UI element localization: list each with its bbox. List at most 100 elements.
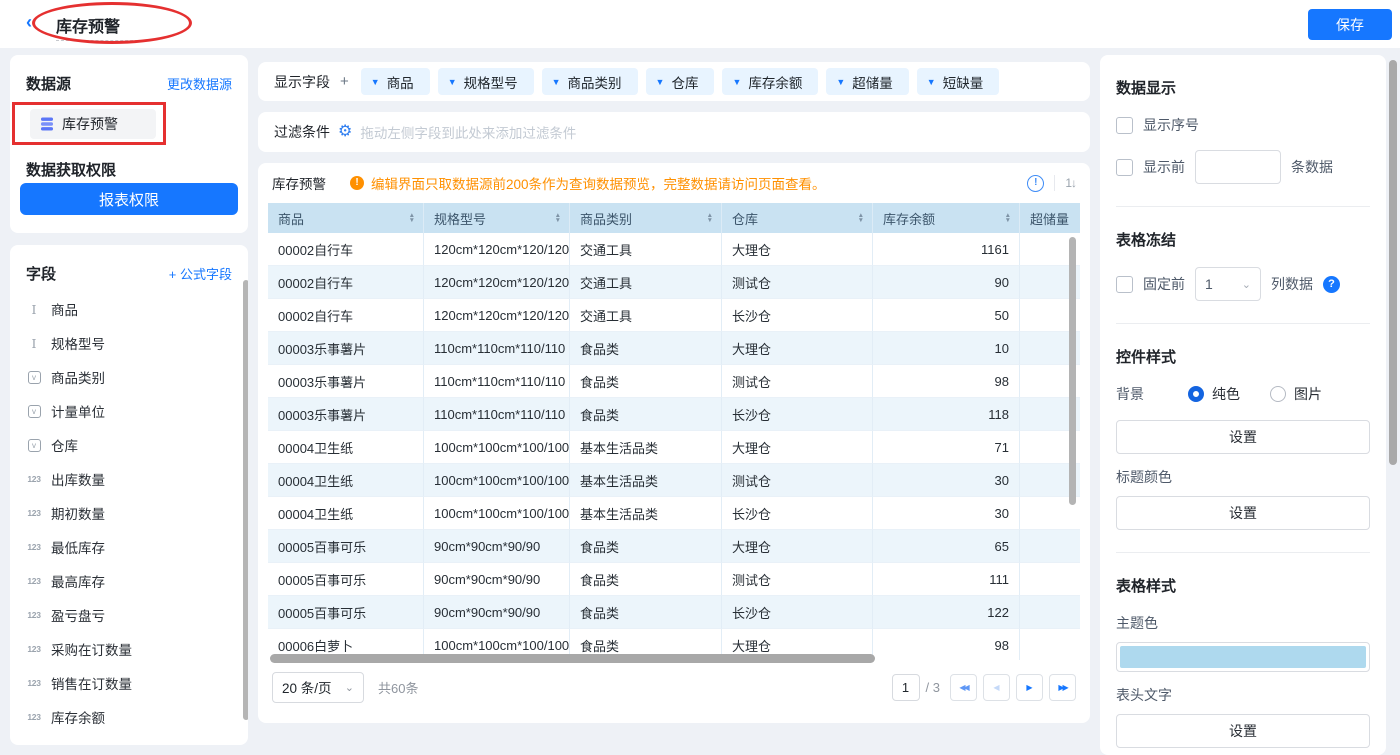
fix-columns-select[interactable]: 1 ⌄ (1195, 267, 1261, 301)
table-cell: 110cm*110cm*110/110 (424, 398, 570, 431)
field-item[interactable]: v商品类别 (10, 360, 248, 394)
page-size-select[interactable]: 20 条/页 ⌄ (272, 672, 364, 703)
table-cell: 120cm*120cm*120/120 (424, 299, 570, 332)
table-row[interactable]: 00005百事可乐90cm*90cm*90/90食品类测试仓111 (268, 563, 1080, 596)
table-row[interactable]: 00004卫生纸100cm*100cm*100/100基本生活品类长沙仓30 (268, 497, 1080, 530)
datasource-item[interactable]: 库存预警 (30, 109, 156, 139)
main-area: 数据源 更改数据源 库存预警 数据获取权限 报表权限 字段 + 公式字段 I商品… (0, 48, 1400, 755)
table-row[interactable]: 00002自行车120cm*120cm*120/120交通工具测试仓90 (268, 266, 1080, 299)
field-item[interactable]: v仓库 (10, 428, 248, 462)
chevron-down-icon: ▼ (552, 77, 561, 87)
change-datasource-link[interactable]: 更改数据源 (167, 74, 232, 93)
current-page-input[interactable]: 1 (892, 674, 920, 701)
column-header[interactable]: 规格型号▲▼ (424, 203, 570, 233)
table-horizontal-scrollbar[interactable] (270, 654, 875, 663)
first-page-button[interactable]: ◀◀ (950, 674, 977, 701)
table-row[interactable]: 00003乐事薯片110cm*110cm*110/110食品类测试仓98 (268, 365, 1080, 398)
column-header-label: 库存余额 (883, 209, 935, 228)
table-cell: 食品类 (570, 530, 722, 563)
header-text-set-button[interactable]: 设置 (1116, 714, 1370, 748)
field-label: 规格型号 (51, 333, 105, 353)
column-header[interactable]: 超储量 (1020, 203, 1080, 233)
table-cell: 50 (873, 299, 1020, 332)
panel-scrollbar[interactable] (1389, 60, 1397, 465)
info-circle-icon[interactable]: ! (1027, 175, 1044, 192)
column-header-label: 商品类别 (580, 209, 632, 228)
fix-prefix-label: 固定前 (1143, 274, 1185, 294)
table-cell: 00004卫生纸 (268, 431, 424, 464)
table-cell: 00002自行车 (268, 233, 424, 266)
field-item[interactable]: 123采购在订数量 (10, 632, 248, 666)
column-header[interactable]: 商品▲▼ (268, 203, 424, 233)
chevron-down-icon: ▼ (371, 77, 380, 87)
last-page-button[interactable]: ▶▶ (1049, 674, 1076, 701)
sort-arrows-icon: ▲▼ (409, 213, 415, 224)
save-button[interactable]: 保存 (1308, 9, 1392, 40)
table-row[interactable]: 00003乐事薯片110cm*110cm*110/110食品类长沙仓118 (268, 398, 1080, 431)
image-radio[interactable] (1270, 386, 1286, 402)
prev-page-button[interactable]: ◀ (983, 674, 1010, 701)
report-permission-button[interactable]: 报表权限 (20, 183, 238, 215)
theme-color-picker[interactable] (1116, 642, 1370, 672)
show-index-label: 显示序号 (1143, 115, 1199, 135)
field-label: 商品 (51, 299, 78, 319)
field-item[interactable]: 123出库数量 (10, 462, 248, 496)
column-header[interactable]: 仓库▲▼ (722, 203, 873, 233)
display-field-tag[interactable]: ▼超储量 (826, 68, 908, 95)
next-page-button[interactable]: ▶ (1016, 674, 1043, 701)
field-item[interactable]: 123最低库存 (10, 530, 248, 564)
field-item[interactable]: I 商品 (10, 292, 248, 326)
table-cell: 65 (873, 530, 1020, 563)
display-field-tag[interactable]: ▼商品 (361, 68, 430, 95)
table-row[interactable]: 00003乐事薯片110cm*110cm*110/110食品类大理仓10 (268, 332, 1080, 365)
field-item[interactable]: v计量单位 (10, 394, 248, 428)
add-display-field-icon[interactable]: + (340, 73, 349, 90)
field-item[interactable]: 123销售在订数量 (10, 666, 248, 700)
fix-columns-checkbox[interactable] (1116, 276, 1133, 293)
table-row[interactable]: 00005百事可乐90cm*90cm*90/90食品类长沙仓122 (268, 596, 1080, 629)
display-field-tag[interactable]: ▼库存余额 (722, 68, 818, 95)
display-field-tag[interactable]: ▼ 商品类别 (542, 68, 638, 95)
toolbar-divider (1054, 175, 1055, 191)
table-vertical-scrollbar[interactable] (1069, 237, 1076, 505)
field-item[interactable]: 123库存余额 (10, 700, 248, 734)
field-label: 超储量 (51, 741, 92, 745)
gear-icon[interactable]: ⚙ (338, 124, 352, 140)
tag-label: 商品类别 (568, 72, 622, 92)
solid-color-radio[interactable] (1188, 386, 1204, 402)
table-cell: 110cm*110cm*110/110 (424, 365, 570, 398)
background-set-button[interactable]: 设置 (1116, 420, 1370, 454)
table-row[interactable]: 00004卫生纸100cm*100cm*100/100基本生活品类大理仓71 (268, 431, 1080, 464)
fields-scrollbar[interactable] (243, 280, 248, 720)
text-field-icon: I (26, 302, 42, 317)
title-color-set-button[interactable]: 设置 (1116, 496, 1370, 530)
table-row[interactable]: 00004卫生纸100cm*100cm*100/100基本生活品类测试仓30 (268, 464, 1080, 497)
field-item[interactable]: 123盈亏盘亏 (10, 598, 248, 632)
preview-notice: ! 编辑界面只取数据源前200条作为查询数据预览，完整数据请访问页面查看。 (350, 173, 826, 193)
table-cell: 71 (873, 431, 1020, 464)
field-item[interactable]: 123最高库存 (10, 564, 248, 598)
data-display-title: 数据显示 (1116, 77, 1370, 98)
display-field-tag[interactable]: ▼仓库 (646, 68, 715, 95)
back-icon[interactable]: ‹ (26, 12, 32, 33)
display-field-tag[interactable]: ▼短缺量 (917, 68, 999, 95)
display-field-tag[interactable]: ▼规格型号 (438, 68, 534, 95)
field-item[interactable]: 123超储量 (10, 734, 248, 745)
table-row[interactable]: 00002自行车120cm*120cm*120/120交通工具长沙仓50 (268, 299, 1080, 332)
table-row[interactable]: 00005百事可乐90cm*90cm*90/90食品类大理仓65 (268, 530, 1080, 563)
field-item[interactable]: 123期初数量 (10, 496, 248, 530)
sort-order-icon[interactable]: 1↓ (1065, 176, 1076, 190)
row-count-input[interactable] (1195, 150, 1281, 184)
column-header[interactable]: 库存余额▲▼ (873, 203, 1020, 233)
number-field-icon: 123 (26, 678, 42, 688)
tag-label: 库存余额 (748, 72, 802, 92)
table-row[interactable]: 00002自行车120cm*120cm*120/120交通工具大理仓1161 (268, 233, 1080, 266)
field-item[interactable]: I规格型号 (10, 326, 248, 360)
add-formula-field-link[interactable]: + 公式字段 (169, 264, 232, 283)
show-first-checkbox[interactable] (1116, 159, 1133, 176)
table-cell: 110cm*110cm*110/110 (424, 332, 570, 365)
column-header-label: 仓库 (732, 209, 758, 228)
show-index-checkbox[interactable] (1116, 117, 1133, 134)
help-icon[interactable]: ? (1323, 276, 1340, 293)
column-header[interactable]: 商品类别▲▼ (570, 203, 722, 233)
